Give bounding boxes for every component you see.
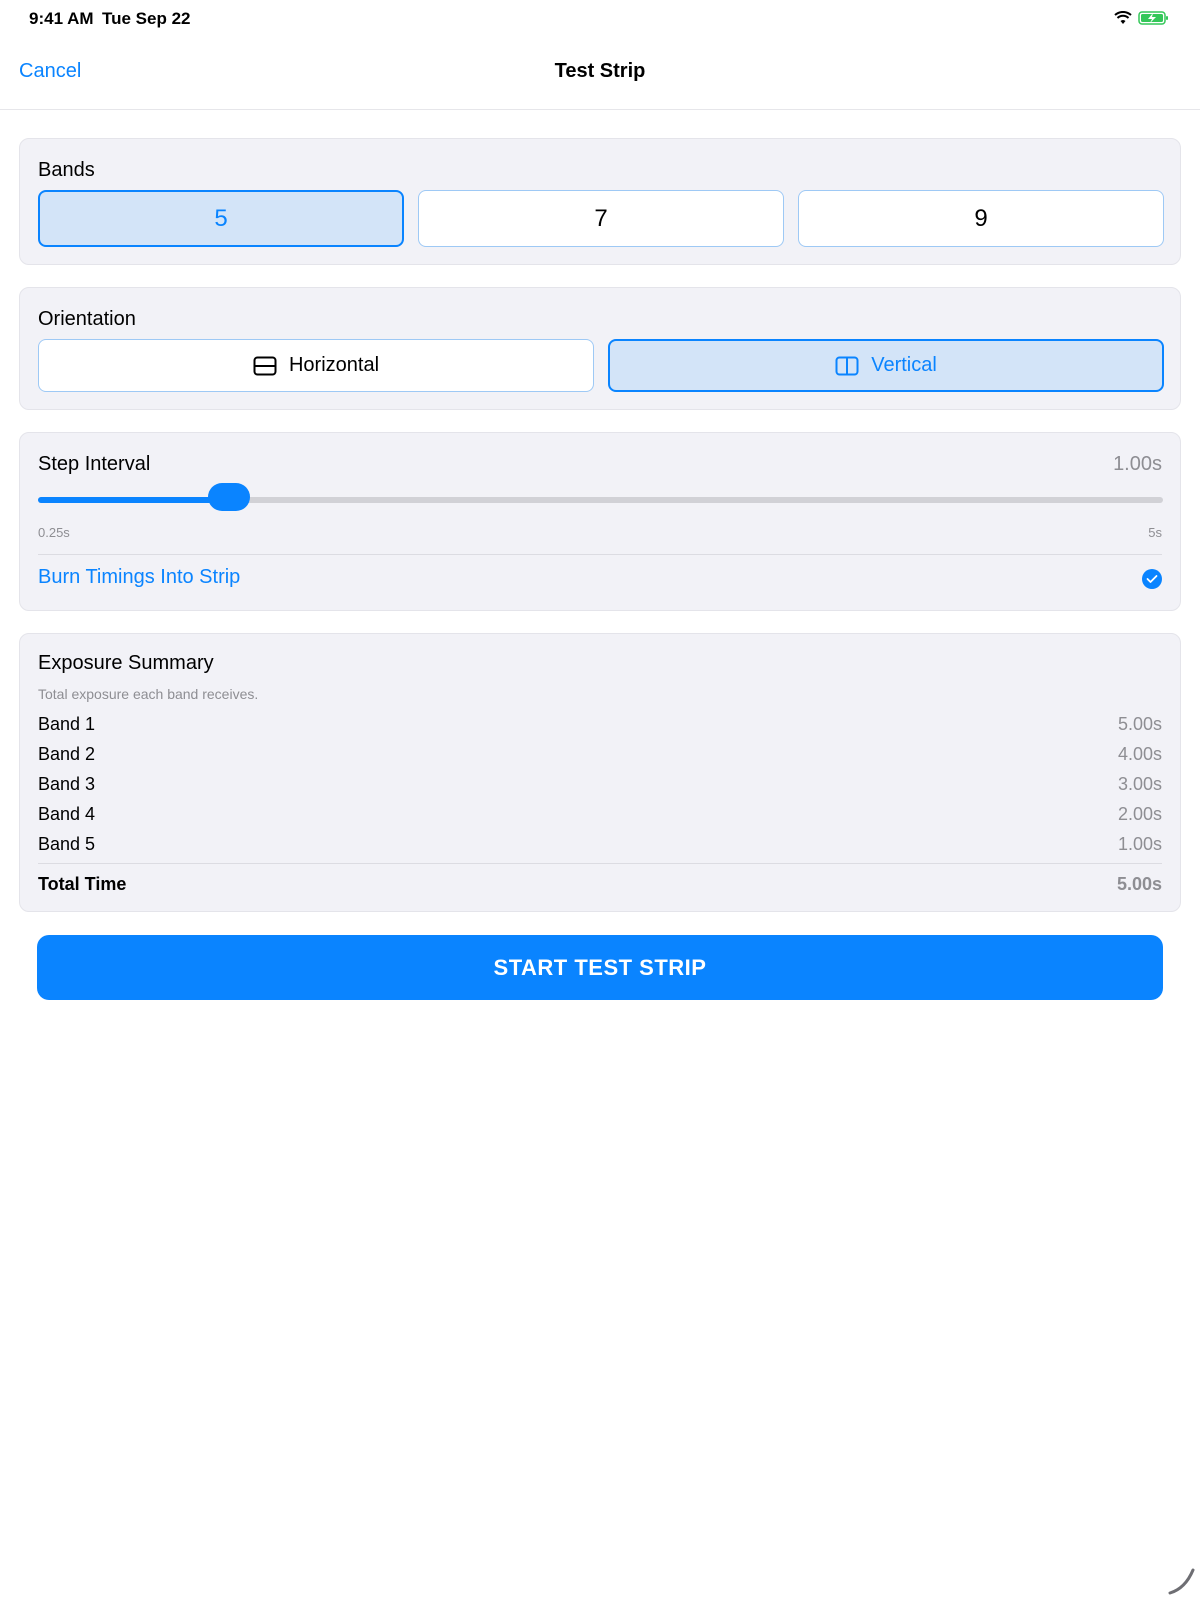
band-exposure: 2.00s <box>1117 804 1162 824</box>
band-row: Band 5 1.00s <box>38 834 1162 858</box>
battery-charging-icon <box>1138 10 1170 31</box>
pencil-indicator-icon <box>1166 1566 1196 1596</box>
band-exposure: 5.00s <box>1117 714 1162 734</box>
orientation-label: Orientation <box>38 308 136 330</box>
orientation-option-label: Vertical <box>871 354 937 376</box>
slider-fill <box>38 497 230 503</box>
total-time-label: Total Time <box>38 874 127 894</box>
exposure-summary-card: Exposure Summary Total exposure each ban… <box>19 633 1181 912</box>
total-row: Total Time 5.00s <box>38 874 1162 895</box>
exposure-summary-title: Exposure Summary <box>38 652 214 674</box>
checkmark-icon[interactable] <box>1142 569 1162 589</box>
band-row: Band 1 5.00s <box>38 714 1162 738</box>
slider-max-label: 5s <box>1148 525 1162 540</box>
orientation-card: Orientation Horizontal Vertical <box>19 287 1181 410</box>
navigation-bar: Cancel Test Strip <box>0 40 1200 110</box>
step-interval-card: Step Interval 1.00s 0.25s 5s Burn Timing… <box>19 432 1181 611</box>
bands-option-9[interactable]: 9 <box>798 190 1164 247</box>
start-test-strip-button[interactable]: START TEST STRIP <box>37 935 1163 1000</box>
band-name: Band 3 <box>38 774 96 794</box>
bands-option-label: 9 <box>974 204 988 232</box>
slider-thumb[interactable] <box>208 483 251 511</box>
bands-card: Bands 5 7 9 <box>19 138 1181 265</box>
vertical-split-icon <box>835 356 859 376</box>
band-name: Band 1 <box>38 714 96 734</box>
orientation-option-vertical[interactable]: Vertical <box>608 339 1164 392</box>
band-row: Band 4 2.00s <box>38 804 1162 828</box>
step-interval-label: Step Interval <box>38 453 151 475</box>
step-interval-slider[interactable] <box>38 483 1163 511</box>
exposure-summary-subtitle: Total exposure each band receives. <box>38 686 259 702</box>
band-exposure: 1.00s <box>1117 834 1162 854</box>
total-time-value: 5.00s <box>1116 874 1162 894</box>
band-name: Band 2 <box>38 744 96 764</box>
page-title: Test Strip <box>554 60 646 82</box>
band-name: Band 4 <box>38 804 96 824</box>
bands-option-7[interactable]: 7 <box>418 190 784 247</box>
band-name: Band 5 <box>38 834 96 854</box>
divider <box>38 863 1162 864</box>
orientation-option-horizontal[interactable]: Horizontal <box>38 339 594 392</box>
orientation-option-label: Horizontal <box>288 354 380 376</box>
band-exposure: 3.00s <box>1117 774 1162 794</box>
slider-min-label: 0.25s <box>38 525 70 540</box>
wifi-icon <box>1114 11 1132 30</box>
status-time: 9:41 AM <box>29 9 94 28</box>
bands-label: Bands <box>38 159 95 181</box>
status-date: Tue Sep 22 <box>102 9 191 28</box>
band-row: Band 2 4.00s <box>38 744 1162 768</box>
band-exposure: 4.00s <box>1117 744 1162 764</box>
band-row: Band 3 3.00s <box>38 774 1162 798</box>
divider <box>38 554 1162 555</box>
bands-option-5[interactable]: 5 <box>38 190 404 247</box>
horizontal-split-icon <box>253 356 277 376</box>
status-icons <box>1114 10 1170 31</box>
bands-option-label: 7 <box>594 204 608 232</box>
step-interval-value: 1.00s <box>1113 453 1162 475</box>
bands-option-label: 5 <box>214 204 228 232</box>
burn-timings-toggle[interactable]: Burn Timings Into Strip <box>38 566 240 589</box>
status-bar: 9:41 AM Tue Sep 22 <box>0 0 1200 40</box>
